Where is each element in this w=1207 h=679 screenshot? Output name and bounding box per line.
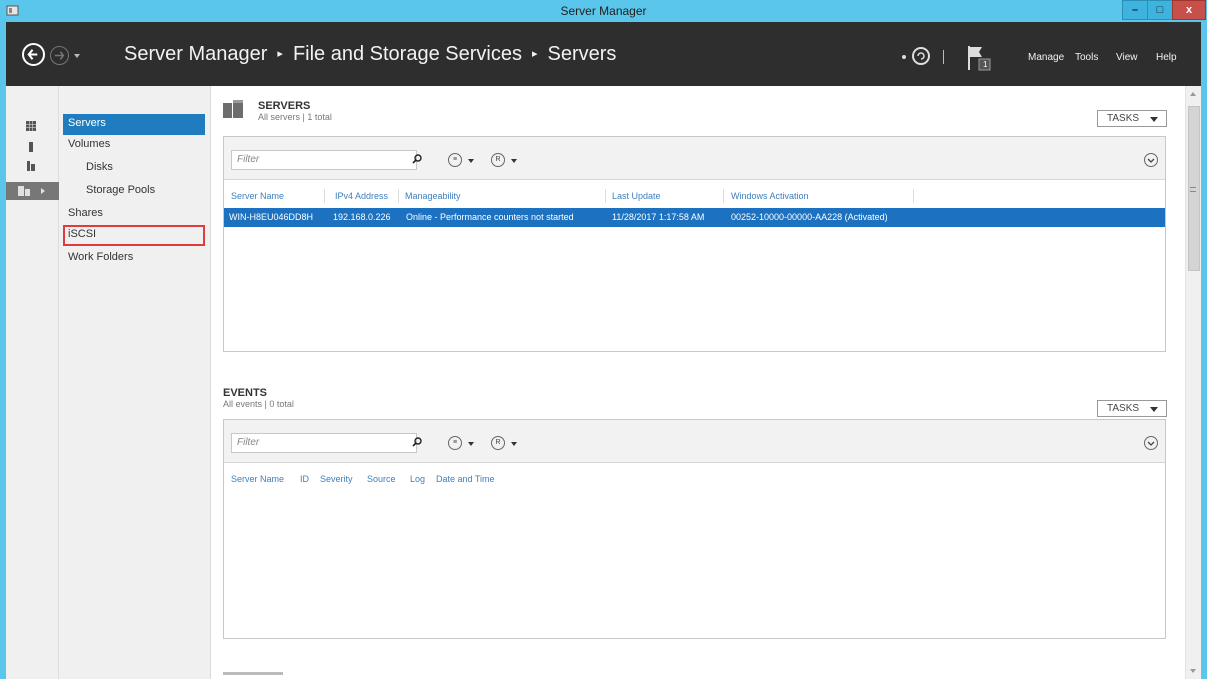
expand-arrow-icon [41, 188, 45, 194]
sidebar-item-iscsi[interactable]: iSCSI [63, 225, 205, 246]
expand-chevron-icon[interactable] [1144, 153, 1158, 167]
column-divider [324, 189, 325, 203]
all-servers-icon[interactable] [26, 161, 36, 171]
column-header-source[interactable]: Source [367, 474, 396, 484]
window-border-right [1201, 86, 1207, 679]
column-divider [398, 189, 399, 203]
sidebar-item-storage-pools[interactable]: Storage Pools [63, 181, 205, 202]
breadcrumb-servers: Servers [547, 43, 617, 65]
cell-last-update: 11/28/2017 1:17:58 AM [612, 212, 705, 222]
saved-query-dropdown-icon[interactable] [511, 442, 517, 446]
chevron-down-icon [1150, 117, 1158, 122]
events-toolbar: Filter ≡ R [224, 420, 1165, 463]
expand-chevron-icon[interactable] [1144, 436, 1158, 450]
history-dropdown-icon[interactable] [74, 54, 80, 58]
local-server-icon[interactable] [26, 142, 36, 152]
vertical-scrollbar[interactable] [1185, 86, 1201, 679]
breadcrumb-root[interactable]: Server Manager [124, 43, 267, 65]
servers-toolbar: Filter ≡ R [224, 137, 1165, 180]
breadcrumb: Server Manager ▸ File and Storage Services… [124, 43, 616, 66]
saved-query-icon[interactable]: R [491, 436, 505, 450]
saved-query-icon[interactable]: R [491, 153, 505, 167]
query-list-dropdown-icon[interactable] [468, 442, 474, 446]
app-header: Server Manager ▸ File and Storage Services… [0, 22, 1207, 86]
search-icon[interactable] [412, 154, 422, 164]
scroll-up-icon[interactable] [1190, 92, 1196, 96]
column-divider [723, 189, 724, 203]
column-header-date-time[interactable]: Date and Time [436, 474, 495, 484]
servers-header: SERVERS All servers | 1 total [258, 100, 332, 122]
notification-flag-icon[interactable]: 1 [966, 44, 992, 72]
menu-help[interactable]: Help [1156, 52, 1177, 63]
sidebar-item-disks[interactable]: Disks [63, 158, 205, 179]
notification-count: 1 [983, 60, 988, 69]
menu-view[interactable]: View [1116, 52, 1138, 63]
left-icon-rail [6, 86, 59, 679]
column-header-id[interactable]: ID [300, 474, 309, 484]
scroll-down-icon[interactable] [1190, 669, 1196, 673]
events-filter-input[interactable]: Filter [231, 433, 417, 453]
forward-arrow-icon[interactable] [50, 46, 69, 65]
dashboard-icon[interactable] [26, 121, 36, 131]
events-tasks-button[interactable]: TASKS [1097, 400, 1167, 417]
servers-subtitle: All servers | 1 total [258, 112, 332, 122]
cell-manageability: Online - Performance counters not starte… [406, 212, 574, 222]
file-storage-icon [18, 186, 30, 196]
column-header-server-name[interactable]: Server Name [231, 474, 284, 484]
search-icon[interactable] [412, 437, 422, 447]
chevron-down-icon [1150, 407, 1158, 412]
minimize-button[interactable]: – [1122, 0, 1148, 20]
column-header-last-update[interactable]: Last Update [612, 191, 661, 201]
events-header: EVENTS All events | 0 total [223, 387, 294, 409]
breadcrumb-file-storage[interactable]: File and Storage Services [293, 43, 522, 65]
menu-tools[interactable]: Tools [1075, 52, 1098, 63]
sidebar-item-shares[interactable]: Shares [63, 204, 205, 225]
column-header-ipv4[interactable]: IPv4 Address [335, 191, 388, 201]
refresh-icon[interactable] [912, 47, 930, 65]
column-header-server-name[interactable]: Server Name [231, 191, 284, 201]
query-list-icon[interactable]: ≡ [448, 436, 462, 450]
window-title: Server Manager [560, 4, 647, 18]
file-storage-rail-item[interactable] [6, 182, 59, 200]
sidebar-item-work-folders[interactable]: Work Folders [63, 248, 205, 269]
cell-server-name: WIN-H8EU046DD8H [229, 212, 314, 222]
column-divider [913, 189, 914, 203]
scroll-grip-icon [1190, 187, 1196, 192]
servers-tasks-button[interactable]: TASKS [1097, 110, 1167, 127]
servers-title: SERVERS [258, 100, 311, 112]
servers-section-icon [223, 100, 243, 118]
column-divider [605, 189, 606, 203]
breadcrumb-separator: ▸ [277, 48, 283, 60]
query-list-dropdown-icon[interactable] [468, 159, 474, 163]
back-arrow-icon[interactable] [22, 43, 45, 66]
refresh-dropdown-icon[interactable] [902, 55, 906, 59]
cell-activation: 00252-10000-00000-AA228 (Activated) [731, 212, 888, 222]
close-button[interactable]: x [1172, 0, 1206, 20]
column-header-activation[interactable]: Windows Activation [731, 191, 809, 201]
sidebar-item-volumes[interactable]: Volumes [63, 135, 205, 156]
sidebar: Servers Volumes Disks Storage Pools Shar… [59, 86, 211, 679]
events-title: EVENTS [223, 387, 268, 399]
menu-manage[interactable]: Manage [1028, 52, 1064, 63]
cell-ipv4: 192.168.0.226 [333, 212, 391, 222]
table-row[interactable]: WIN-H8EU046DD8H 192.168.0.226 Online - P… [224, 208, 1165, 227]
column-header-severity[interactable]: Severity [320, 474, 353, 484]
query-list-icon[interactable]: ≡ [448, 153, 462, 167]
header-divider [943, 50, 944, 64]
saved-query-dropdown-icon[interactable] [511, 159, 517, 163]
services-header-partial [223, 672, 283, 675]
column-header-log[interactable]: Log [410, 474, 425, 484]
main-content: SERVERS All servers | 1 total TASKS Filt… [211, 86, 1185, 679]
sidebar-item-servers[interactable]: Servers [63, 114, 205, 135]
breadcrumb-separator: ▸ [531, 48, 538, 60]
maximize-button[interactable]: □ [1147, 0, 1173, 20]
column-header-manageability[interactable]: Manageability [405, 191, 461, 201]
events-grid: Filter ≡ R Server Name ID Severity Sourc… [223, 419, 1166, 639]
servers-filter-input[interactable]: Filter [231, 150, 417, 170]
servers-grid: Filter ≡ R Server Name IPv4 Address Mana… [223, 136, 1166, 352]
title-bar: Server Manager – □ x [0, 0, 1207, 22]
events-subtitle: All events | 0 total [223, 399, 294, 409]
